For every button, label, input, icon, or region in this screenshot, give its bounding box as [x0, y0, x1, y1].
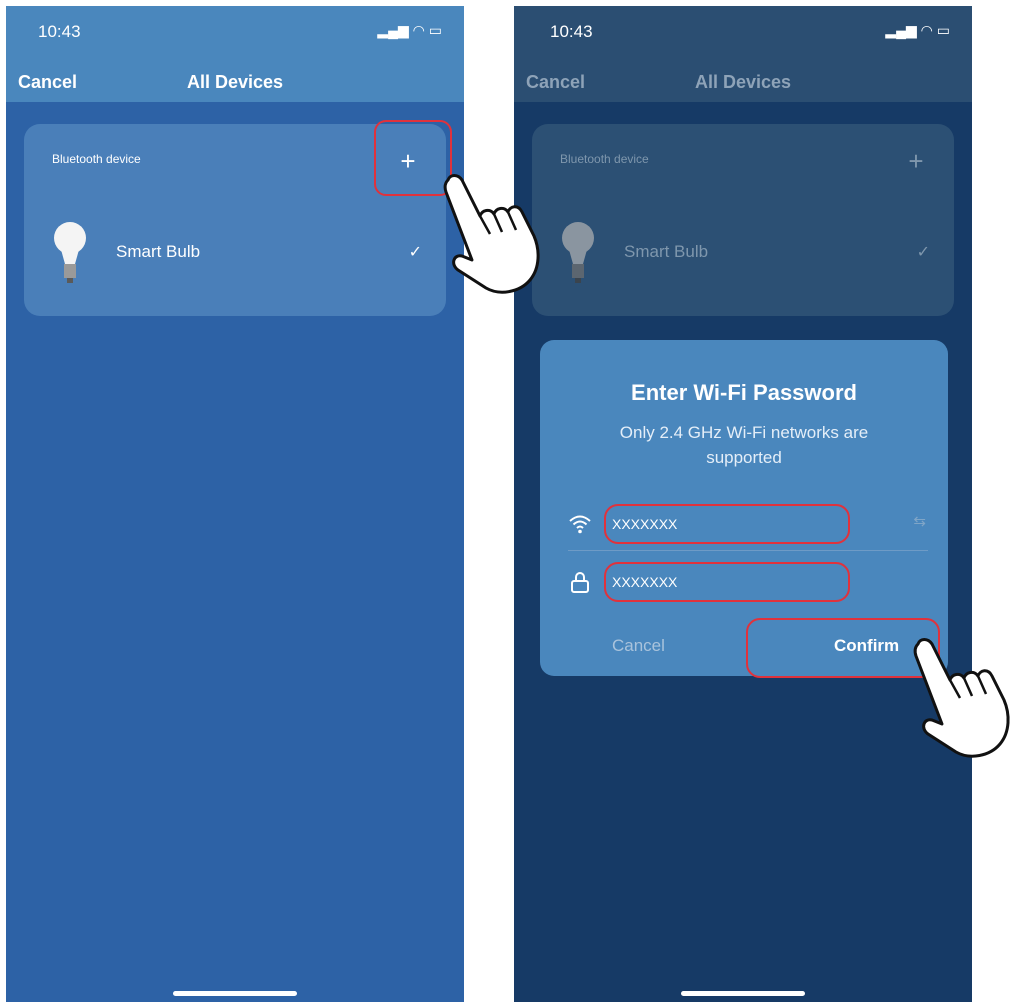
check-icon: ✓ [916, 244, 930, 261]
bulb-icon [562, 222, 594, 283]
home-indicator [173, 991, 297, 996]
section-label: Bluetooth device [560, 152, 649, 166]
home-indicator [681, 991, 805, 996]
check-icon: ✓ [408, 244, 422, 261]
section-label: Bluetooth device [52, 152, 141, 166]
wifi-icon [569, 515, 591, 534]
bluetooth-device-card: Bluetooth device + Smart Bulb ✓ [24, 120, 452, 316]
device-name[interactable]: Smart Bulb [116, 242, 200, 262]
device-name[interactable]: Smart Bulb [624, 242, 708, 262]
wifi-icon: ◠ [920, 22, 933, 38]
field-divider [568, 550, 928, 551]
page-title: All Devices [694, 72, 792, 92]
phone-screen-right: 10:43 ▂▄▆ ◠ ▭ Cancel All Devices Bluetoo… [514, 6, 972, 1002]
signal-icon: ▂▄▆ [885, 22, 917, 38]
status-icons: ▂▄▆ ◠ ▭ [377, 22, 442, 39]
top-bar: 10:43 ▂▄▆ ◠ ▭ Cancel All Devices [6, 6, 464, 102]
status-icons: ▂▄▆ ◠ ▭ [885, 22, 950, 39]
ssid-input-highlight [604, 504, 850, 544]
dialog-cancel-button[interactable]: Cancel [612, 636, 665, 656]
battery-icon: ▭ [428, 22, 442, 38]
lock-icon [571, 572, 589, 593]
pointing-hand-icon [443, 174, 540, 294]
dialog-subtitle: Only 2.4 GHz Wi-Fi networks are supporte… [619, 423, 869, 467]
top-bar: 10:43 ▂▄▆ ◠ ▭ Cancel All Devices [514, 6, 972, 102]
wifi-password-dialog: Enter Wi-Fi Password Only 2.4 GHz Wi-Fi … [540, 340, 948, 678]
add-device-button[interactable]: + [896, 144, 936, 180]
password-input-highlight [604, 562, 850, 602]
page-title: All Devices [186, 72, 284, 92]
phone-screen-left: 10:43 ▂▄▆ ◠ ▭ Cancel All Devices Bluetoo… [6, 6, 464, 1002]
dialog-title: Enter Wi-Fi Password [631, 380, 857, 405]
signal-icon: ▂▄▆ [377, 22, 409, 38]
pointing-hand-icon [913, 638, 1010, 758]
bluetooth-device-card: Bluetooth device + Smart Bulb ✓ [532, 124, 954, 316]
wifi-icon: ◠ [412, 22, 425, 38]
battery-icon: ▭ [936, 22, 950, 38]
bulb-icon [54, 222, 86, 283]
status-time: 10:43 [38, 22, 81, 41]
swap-network-icon[interactable]: ⇆ [913, 512, 926, 530]
status-time: 10:43 [550, 22, 593, 41]
